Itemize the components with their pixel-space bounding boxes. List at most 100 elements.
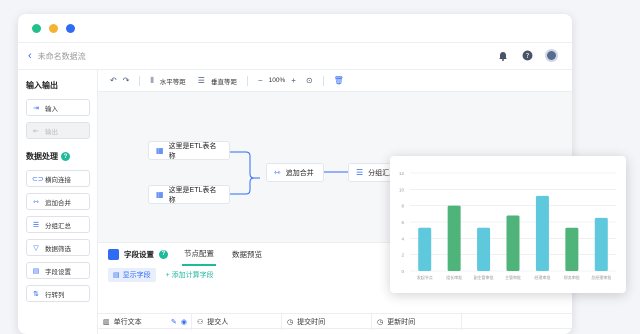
input-button[interactable]: ⇥ 输入 [26, 99, 90, 116]
x-tick-label: 总经理审批 [591, 274, 611, 280]
input-icon: ⇥ [33, 104, 39, 112]
bar[interactable] [506, 215, 520, 271]
bar[interactable] [418, 227, 432, 271]
zoom-in-icon[interactable]: + [291, 76, 296, 85]
undo-icon[interactable]: ↶ [110, 76, 117, 85]
zoom-level: 100% [268, 77, 286, 84]
y-tick-label: 4 [401, 236, 404, 241]
x-tick-label: 经理审批 [534, 274, 550, 280]
back-arrow-icon[interactable]: ‹ [28, 50, 32, 62]
sidebar-item-join[interactable]: ⊂⊃ 横向连接 [26, 170, 90, 187]
h-equal-icon: ⫴ [150, 75, 154, 85]
source-node-1[interactable]: ▦ 这里是ETL表名称 [148, 141, 230, 160]
column-label: 提交人 [207, 319, 229, 326]
svg-text:?: ? [525, 52, 529, 60]
show-fields-chip[interactable]: ▤ 显示字段 [108, 268, 156, 282]
h-equal-button[interactable]: 水平等距 [160, 76, 186, 86]
sidebar-item-pivot[interactable]: ⇅ 行转列 [26, 285, 90, 302]
column-header[interactable]: ◷ 提交时间 [282, 314, 372, 330]
y-tick-label: 8 [401, 204, 404, 209]
table-icon: ▦ [156, 146, 164, 155]
eye-icon[interactable]: ◉ [181, 318, 187, 326]
group-icon: ☰ [356, 168, 364, 177]
sidebar-item-label: 行转列 [45, 291, 65, 299]
tab-data-preview[interactable]: 数据预览 [230, 244, 264, 265]
node-label: 追加合并 [285, 169, 314, 177]
bar[interactable] [565, 227, 579, 271]
column-header[interactable]: ⚇ 提交人 [192, 314, 282, 330]
merge-icon: ⇿ [33, 198, 39, 206]
sidebar-item-merge[interactable]: ⇿ 追加合并 [26, 193, 90, 210]
sidebar-item-label: 分组汇总 [45, 222, 71, 230]
maximize-button[interactable] [32, 24, 41, 33]
x-tick-label: 财务审批 [564, 274, 580, 280]
bell-icon[interactable] [497, 50, 509, 62]
avatar[interactable] [545, 49, 558, 62]
divider [246, 75, 248, 86]
sidebar-item-label: 横向连接 [45, 176, 71, 184]
merge-node[interactable]: ⇿ 追加合并 [266, 163, 324, 182]
fit-view-icon[interactable]: ⊙ [306, 76, 313, 85]
trash-icon[interactable]: 🗑 [334, 76, 344, 85]
chip-label: 显示字段 [122, 272, 151, 279]
column-header[interactable]: ◷ 更新时间 [372, 314, 462, 330]
v-equal-icon: ☰ [197, 76, 205, 85]
field-icon: ▤ [113, 272, 120, 279]
add-calc-field-button[interactable]: + 添加计算字段 [166, 270, 214, 280]
sidebar-item-group[interactable]: ☰ 分组汇总 [26, 216, 90, 233]
bar[interactable] [447, 205, 461, 271]
redo-icon[interactable]: ↷ [123, 76, 130, 85]
proc-title-text: 数据处理 [26, 152, 58, 161]
sidebar-item-filter[interactable]: ▽ 数据筛选 [26, 239, 90, 256]
v-equal-button[interactable]: 垂直等距 [211, 76, 237, 86]
sidebar-item-label: 字段设置 [45, 268, 71, 276]
panel-icon [108, 248, 119, 260]
clock-icon: ◷ [287, 319, 294, 326]
help-circle-icon[interactable]: ? [61, 152, 70, 161]
bar[interactable] [477, 227, 491, 271]
bar[interactable] [535, 195, 549, 271]
y-tick-label: 2 [401, 253, 404, 258]
field-table-header: ▥ 单行文本 ✎ ◉ ⚇ 提交人 ◷ 提交时间 ◷ 更新时间 [98, 313, 572, 330]
x-tick-label: 组长审批 [446, 274, 462, 280]
x-tick-label: 发起节点 [417, 274, 433, 280]
panel-title-text: 字段设置 [124, 249, 154, 259]
table-icon: ▦ [156, 190, 164, 199]
bar[interactable] [594, 217, 608, 271]
output-button[interactable]: ⇤ 输出 [26, 122, 90, 139]
minimize-button[interactable] [49, 24, 58, 33]
output-icon: ⇤ [33, 127, 39, 135]
divider [139, 75, 141, 86]
help-circle-icon[interactable]: ? [159, 249, 168, 259]
x-tick-label: 主管审批 [505, 274, 521, 280]
source-node-2[interactable]: ▦ 这里是ETL表名称 [148, 185, 230, 204]
document-title[interactable]: 未命名数据流 [38, 51, 86, 62]
x-tick-label: 副主管审批 [474, 274, 494, 280]
pivot-icon: ⇅ [33, 290, 39, 298]
bar-chart: 0 2 4 6 8 10 12 发起节点 组长审批 副主管审批 主管审批 经理审批 财务审批 总经理审批 [399, 171, 616, 280]
y-tick-label: 6 [401, 220, 404, 225]
tab-node-config[interactable]: 节点配置 [182, 243, 216, 266]
sidebar-item-label: 数据筛选 [45, 245, 71, 253]
close-button[interactable] [66, 24, 75, 33]
node-label: 这里是ETL表名称 [168, 186, 217, 204]
help-icon[interactable]: ? [521, 50, 533, 62]
column-label: 单行文本 [113, 319, 142, 326]
text-type-icon: ▥ [103, 319, 110, 326]
edit-icon[interactable]: ✎ [171, 318, 177, 326]
sidebar-item-fields[interactable]: ▤ 字段设置 [26, 262, 90, 279]
column-label: 更新时间 [387, 319, 416, 326]
link-icon: ⊂⊃ [32, 175, 44, 183]
field-icon: ▤ [32, 267, 40, 275]
column-header[interactable]: ▥ 单行文本 ✎ ◉ [98, 314, 192, 330]
sidebar: 输入输出 ⇥ 输入 ⇤ 输出 数据处理 ? ⊂⊃ 横向连接 ⇿ 追加合并 ☰ 分组汇总… [18, 70, 98, 334]
output-label: 输出 [45, 128, 58, 136]
zoom-out-icon[interactable]: − [258, 76, 263, 85]
sidebar-item-label: 追加合并 [45, 199, 71, 207]
column-label: 提交时间 [297, 319, 326, 326]
y-tick-label: 10 [399, 187, 405, 192]
merge-icon: ⇿ [274, 168, 281, 177]
proc-section-title: 数据处理 ? [26, 151, 89, 162]
y-tick-label: 0 [401, 269, 404, 274]
divider [322, 75, 324, 86]
